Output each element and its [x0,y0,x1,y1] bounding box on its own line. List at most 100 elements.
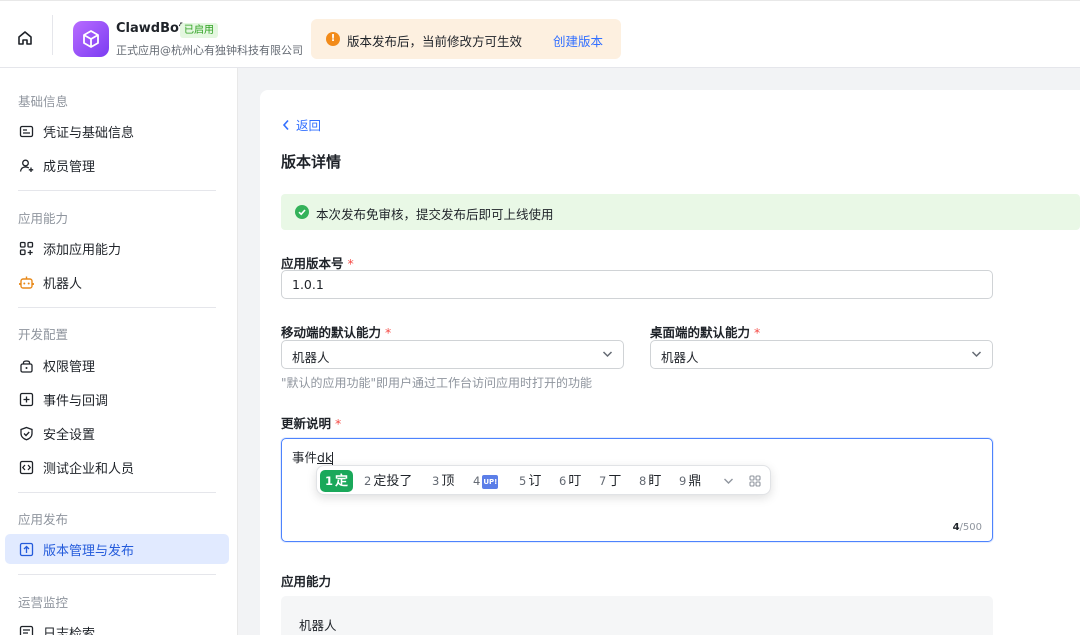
robot-icon [19,275,34,290]
ime-candidate[interactable]: 2 定投了 [364,470,412,492]
app-logo-icon [73,21,109,57]
ime-candidate[interactable]: 1定 [320,470,354,492]
sidebar-item-add-capability[interactable]: 添加应用能力 [5,233,229,263]
sidebar-item-label: 事件与回调 [43,394,109,409]
app-subtitle: 正式应用@杭州心有独钟科技有限公司 [116,44,303,57]
ime-candidate[interactable]: 9鼎 [679,470,701,492]
back-link[interactable]: 返回 [282,115,321,134]
chevron-down-icon[interactable] [720,473,736,489]
desktop-default-label-text: 桌面端的默认能力 [650,325,751,340]
capability-item: 机器人 [299,618,337,633]
mobile-default-label: 移动端的默认能力 * [281,322,391,341]
sidebar-item-permissions[interactable]: 权限管理 [5,350,229,380]
user-add-icon [19,158,34,173]
back-label: 返回 [296,118,322,133]
group-title-capabilities: 应用能力 [18,211,69,226]
sidebar-item-members[interactable]: 成员管理 [5,150,229,180]
notes-text: 事件 [292,450,318,465]
chevron-left-icon [282,119,289,130]
candidate-text: 盯 [648,474,662,489]
ime-candidate[interactable]: 4 UP! [473,470,499,492]
candidate-text: 定 [335,474,349,489]
notes-content: 事件dk [292,447,334,466]
candidate-number: 5 [519,474,527,488]
chevron-down-icon [602,351,613,358]
required-mark: * [347,256,354,271]
sidebar-item-events[interactable]: 事件与回调 [5,384,229,414]
candidate-text: 丁 [608,474,622,489]
sidebar-item-label: 日志检索 [43,627,96,635]
sidebar-item-version-release[interactable]: 版本管理与发布 [5,534,229,564]
grid-menu-icon[interactable] [747,473,763,489]
ime-candidate-window: 1定 2 定投了 3顶 4 UP! 5订 6叮 7丁 8盯 9鼎 [316,465,771,495]
publish-notice: ! 版本发布后，当前修改方可生效 创建版本 [311,19,621,59]
candidate-text: 鼎 [688,474,702,489]
app-status-badge: 已启用 [180,23,218,38]
version-input[interactable]: 1.0.1 [281,270,993,299]
sidebar-item-credentials[interactable]: 凭证与基础信息 [5,116,229,146]
sidebar-item-log-search[interactable]: 日志检索 [5,617,229,635]
home-icon[interactable] [14,27,36,49]
sidebar-item-label: 测试企业和人员 [43,462,135,477]
sidebar-item-test-tenant[interactable]: 测试企业和人员 [5,452,229,482]
notes-label-text: 更新说明 [281,416,332,431]
sidebar-item-label: 机器人 [43,277,83,292]
char-max: /500 [959,522,982,533]
review-free-banner: 本次发布免审核，提交发布后即可上线使用 [281,194,1080,230]
ime-candidate[interactable]: 8盯 [639,470,661,492]
text-caret [332,451,334,466]
candidate-number: 4 [473,474,481,488]
desktop-default-select[interactable]: 机器人 [650,340,993,369]
up-emoji-icon: UP! [482,474,499,489]
event-icon [19,392,34,407]
sidebar-item-label: 版本管理与发布 [43,544,135,559]
log-icon [19,625,34,635]
top-bar: ClawdBot 已启用 正式应用@杭州心有独钟科技有限公司 ! 版本发布后，当… [0,0,1080,68]
mobile-default-value: 机器人 [292,350,330,365]
sidebar-item-label: 安全设置 [43,428,96,443]
candidate-number: 6 [559,474,567,488]
group-title-dev: 开发配置 [18,327,69,342]
sidebar-item-security[interactable]: 安全设置 [5,418,229,448]
capability-section-title: 应用能力 [281,574,332,589]
group-title-monitoring: 运营监控 [18,595,69,610]
notice-text: 版本发布后，当前修改方可生效 [347,34,523,49]
candidate-number: 1 [325,474,334,488]
candidate-number: 9 [679,474,687,488]
lock-icon [19,358,34,373]
ime-composing-text: dk [317,450,333,465]
id-card-icon [19,124,34,139]
capability-list: 机器人 [281,596,993,635]
mobile-default-label-text: 移动端的默认能力 [281,325,382,340]
ime-candidate[interactable]: 6叮 [559,470,581,492]
check-circle-icon [295,205,309,219]
required-mark: * [754,325,761,340]
sidebar-item-robot[interactable]: 机器人 [5,267,229,297]
default-capability-hint: "默认的应用功能"即用户通过工作台访问应用时打开的功能 [281,376,593,390]
notes-label: 更新说明 * [281,413,341,432]
sidebar-divider [18,574,216,575]
mobile-default-select[interactable]: 机器人 [281,340,624,369]
sidebar: 基础信息 凭证与基础信息 成员管理 应用能力 添加应用能力 机器人 开发配置 权… [0,68,238,635]
candidate-number: 3 [432,474,440,488]
ime-candidate[interactable]: 7丁 [599,470,621,492]
sidebar-divider [18,307,216,308]
candidate-number: 8 [639,474,647,488]
group-title-basic: 基础信息 [18,94,69,109]
upload-icon [19,542,34,557]
sidebar-item-label: 凭证与基础信息 [43,126,135,141]
create-version-link[interactable]: 创建版本 [553,31,603,50]
candidate-number: 7 [599,474,607,488]
candidate-text: 顶 [441,474,455,489]
chevron-down-icon [971,351,982,358]
page-title: 版本详情 [281,153,342,171]
ime-candidate[interactable]: 5订 [519,470,541,492]
app-name: ClawdBot [116,21,186,36]
sidebar-item-label: 成员管理 [43,160,96,175]
sidebar-divider [18,190,216,191]
warning-icon: ! [326,32,340,46]
shield-icon [19,426,34,441]
ime-candidate[interactable]: 3顶 [432,470,454,492]
candidate-text: 叮 [568,474,582,489]
candidate-text: 定投了 [373,474,413,489]
